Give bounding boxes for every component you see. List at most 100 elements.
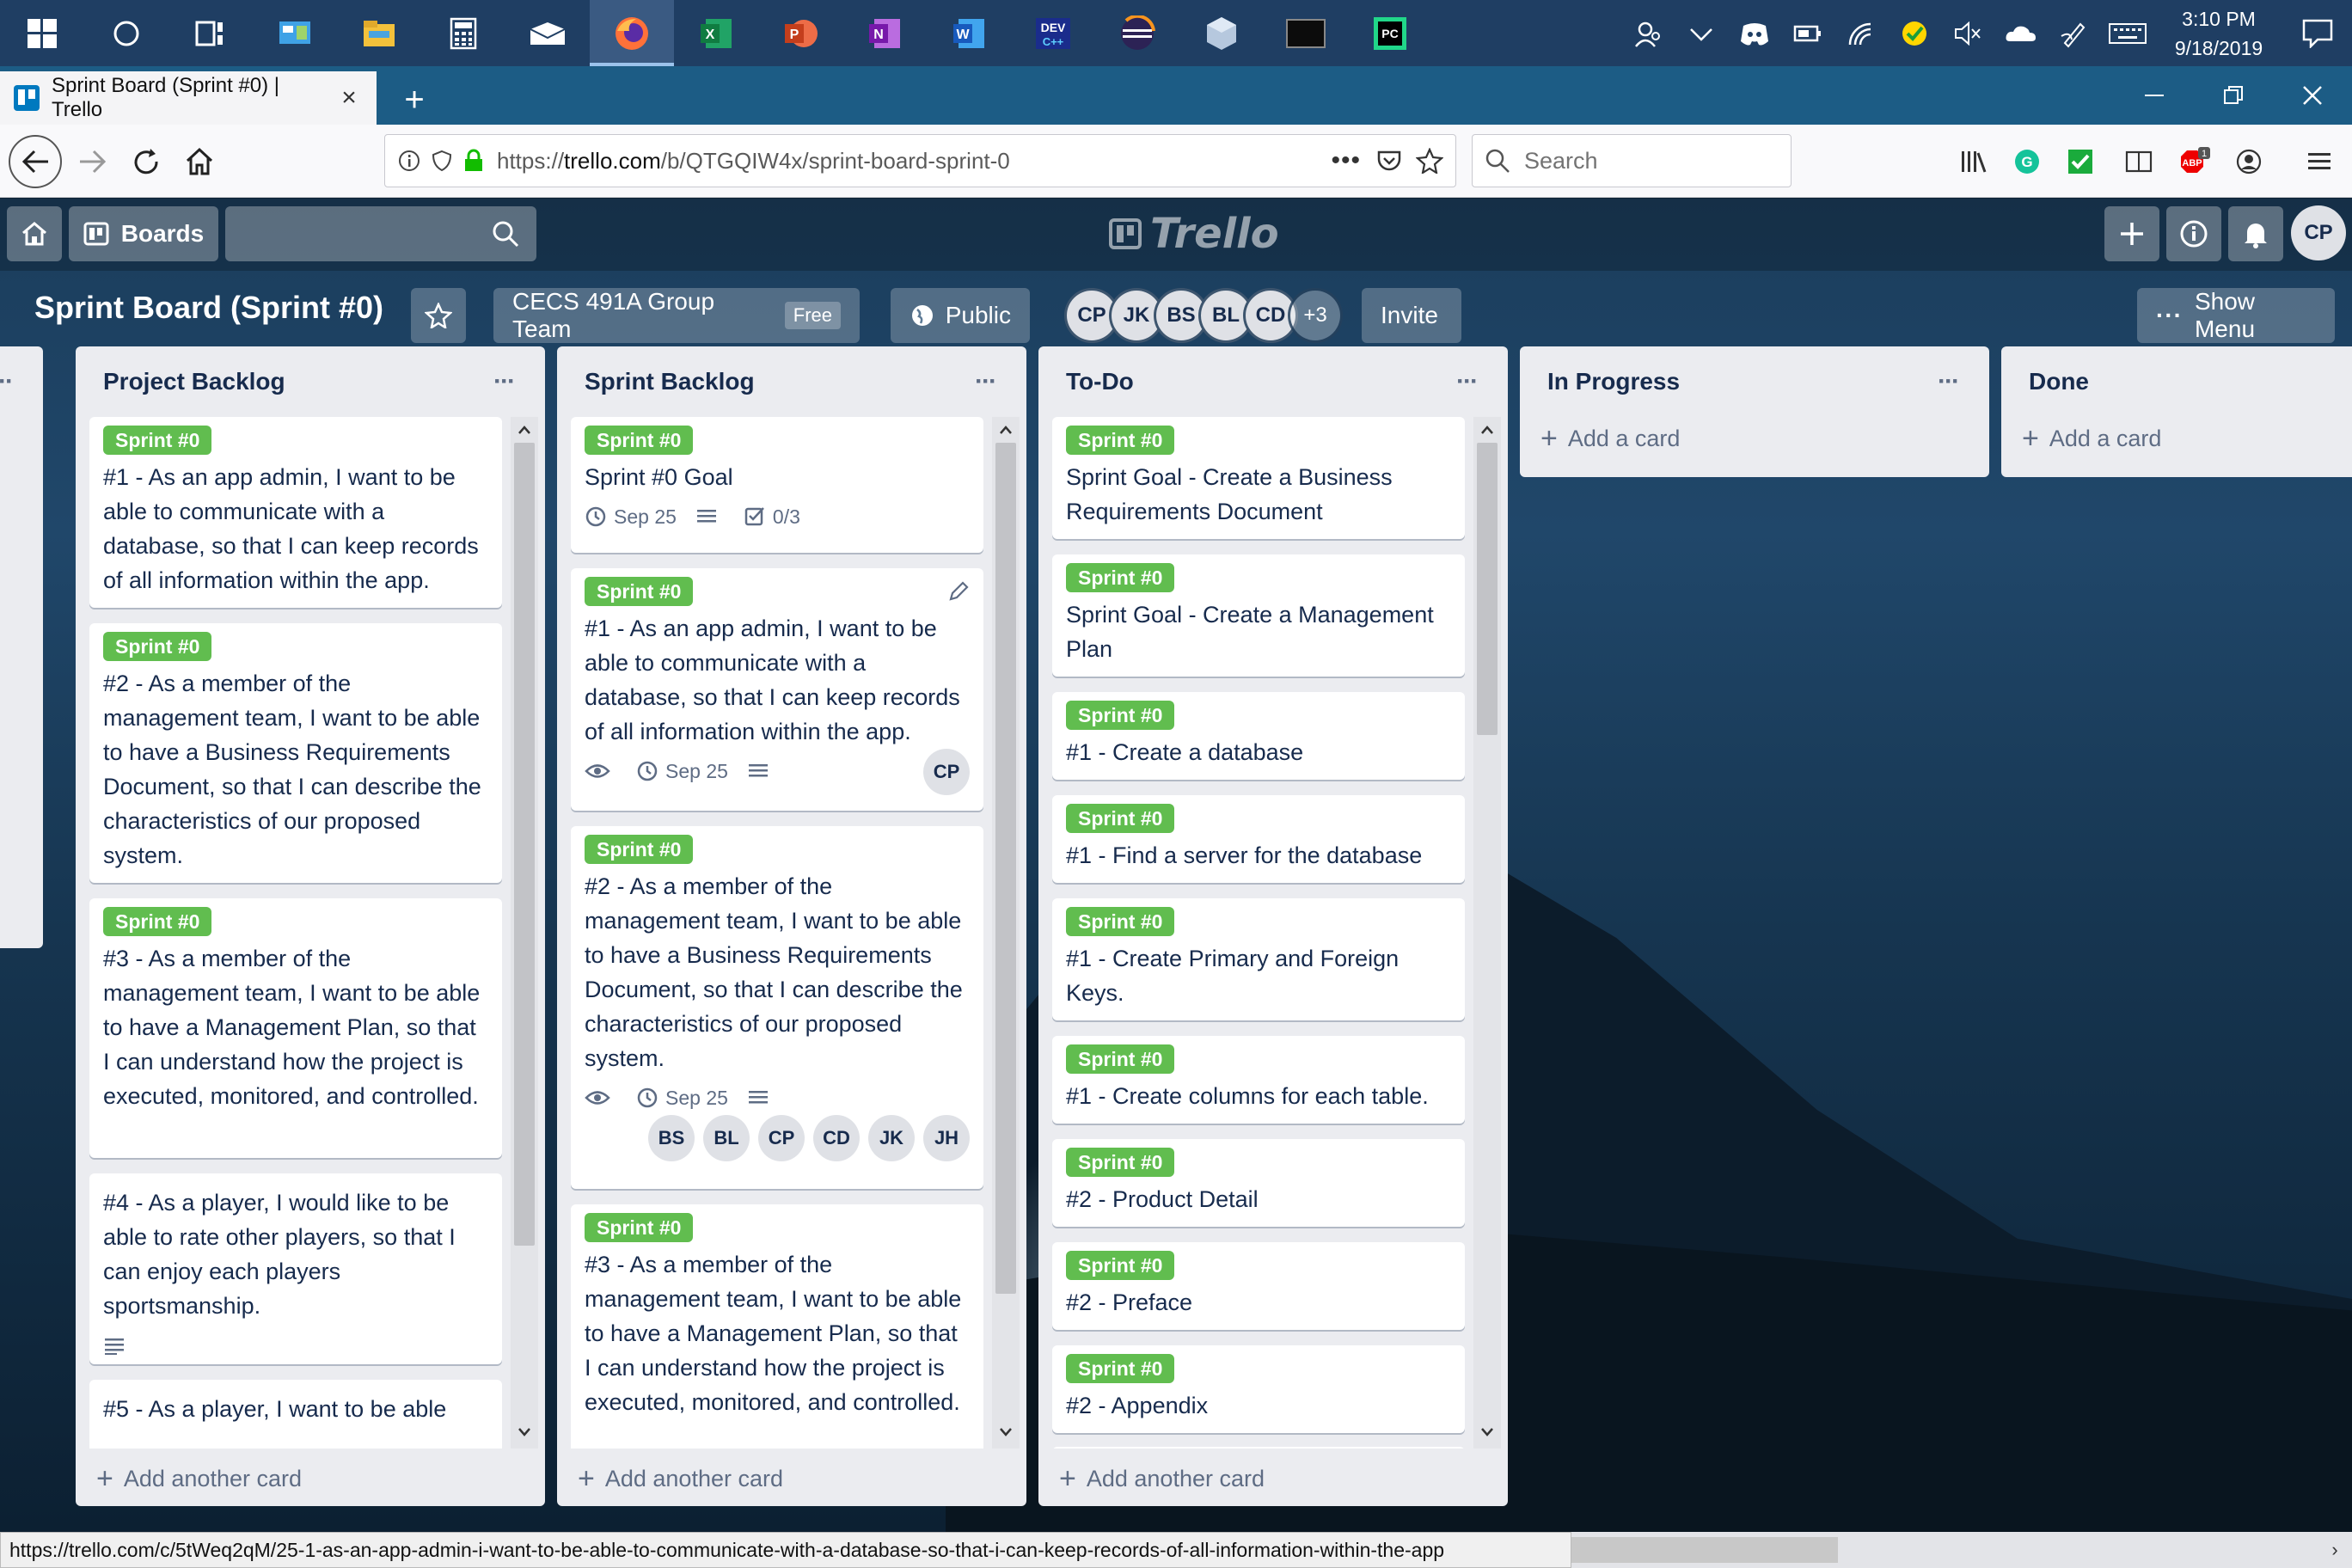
- firefox-icon[interactable]: [590, 0, 674, 66]
- user-avatar[interactable]: CP: [2291, 205, 2346, 260]
- keyboard-icon[interactable]: [2101, 0, 2154, 66]
- list-title[interactable]: To-Do: [1066, 368, 1446, 395]
- add-another-card-button[interactable]: + Add another card: [1038, 1449, 1508, 1506]
- visibility-button[interactable]: Public: [891, 288, 1030, 343]
- invite-button[interactable]: Invite: [1362, 288, 1461, 343]
- add-another-card-button[interactable]: + Add another card: [557, 1449, 1026, 1506]
- card-member-avatar[interactable]: CD: [813, 1115, 860, 1161]
- card[interactable]: Sprint #0 #1 - As an app admin, I want t…: [89, 417, 502, 608]
- onedrive-icon[interactable]: [1994, 0, 2048, 66]
- grammarly-icon[interactable]: G: [2003, 138, 2051, 186]
- scroll-down-icon[interactable]: [1480, 1426, 1494, 1442]
- scroll-down-icon[interactable]: [999, 1426, 1013, 1442]
- hamburger-menu-icon[interactable]: [2295, 138, 2343, 186]
- card[interactable]: #5 - As a player, I want to be able: [89, 1380, 502, 1449]
- add-card-button[interactable]: + Add a card: [1520, 408, 1989, 469]
- card[interactable]: Sprint #0 #2 - Product Detail: [1052, 1139, 1465, 1227]
- chevron-up-icon[interactable]: [1675, 0, 1728, 66]
- onenote-icon[interactable]: N: [842, 0, 927, 66]
- list-menu-icon[interactable]: ···: [0, 367, 22, 396]
- search-icon[interactable]: [487, 215, 524, 253]
- scroll-thumb[interactable]: [995, 443, 1016, 1294]
- browser-tab[interactable]: Sprint Board (Sprint #0) | Trello ×: [0, 71, 377, 125]
- show-menu-button[interactable]: ··· Show Menu: [2137, 288, 2335, 343]
- pycharm-icon[interactable]: PC: [1348, 0, 1432, 66]
- checkmark-extension-icon[interactable]: [2056, 138, 2104, 186]
- boards-button[interactable]: Boards: [69, 206, 218, 261]
- list-title[interactable]: Done: [2029, 368, 2352, 395]
- star-board-icon[interactable]: [411, 288, 466, 343]
- list-scrollbar[interactable]: [1473, 417, 1501, 1449]
- list-menu-icon[interactable]: ···: [1446, 367, 1487, 396]
- eclipse-icon[interactable]: [1095, 0, 1179, 66]
- task-view-icon[interactable]: [168, 0, 253, 66]
- battery-icon[interactable]: [1781, 0, 1834, 66]
- wifi-icon[interactable]: [1834, 0, 1888, 66]
- url-bar[interactable]: https://trello.com/b/QTGQIW4x/sprint-boa…: [384, 134, 1456, 187]
- list-menu-icon[interactable]: ···: [483, 367, 524, 396]
- pocket-icon[interactable]: [1376, 148, 1402, 174]
- board-title[interactable]: Sprint Board (Sprint #0): [34, 290, 383, 326]
- home-board-icon[interactable]: [7, 206, 62, 261]
- list-menu-icon[interactable]: ···: [965, 367, 1006, 396]
- virtualbox-icon[interactable]: [1179, 0, 1264, 66]
- card[interactable]: Sprint #0 #3 - As a member of the manage…: [571, 1204, 983, 1449]
- board-search-input[interactable]: [225, 206, 536, 261]
- card-member-avatar[interactable]: CP: [758, 1115, 805, 1161]
- terminal-icon[interactable]: [1264, 0, 1348, 66]
- card[interactable]: Sprint #0 #2 - Preface: [1052, 1242, 1465, 1330]
- notifications-bell-icon[interactable]: [2228, 206, 2283, 261]
- card[interactable]: Sprint #0 #1 - Find a server for the data…: [1052, 795, 1465, 883]
- reader-view-icon[interactable]: [2115, 138, 2163, 186]
- card-member-avatar[interactable]: JH: [923, 1115, 970, 1161]
- word-icon[interactable]: W: [927, 0, 1011, 66]
- card[interactable]: Sprint #0 #2 - As a member of the manage…: [89, 623, 502, 883]
- card[interactable]: Sprint #0 Sprint Goal - Create a Business…: [1052, 417, 1465, 539]
- close-window-icon[interactable]: [2273, 69, 2352, 122]
- scroll-up-icon[interactable]: [518, 424, 531, 439]
- calculator-icon[interactable]: [421, 0, 505, 66]
- more-members-badge[interactable]: +3: [1288, 288, 1343, 343]
- list-menu-icon[interactable]: ···: [1927, 367, 1969, 396]
- create-icon[interactable]: [2104, 206, 2159, 261]
- card[interactable]: #4 - As a player, I would like to be abl…: [89, 1173, 502, 1364]
- library-icon[interactable]: [1950, 138, 1998, 186]
- trello-logo[interactable]: Trello: [1109, 207, 1279, 260]
- control-panel-icon[interactable]: [253, 0, 337, 66]
- scroll-up-icon[interactable]: [1480, 424, 1494, 439]
- forward-icon[interactable]: [69, 138, 117, 186]
- windows-start-icon[interactable]: [0, 0, 84, 66]
- search-circle-icon[interactable]: [84, 0, 168, 66]
- home-icon[interactable]: [175, 138, 224, 186]
- card[interactable]: Sprint #0 #2 - Appendix: [1052, 1345, 1465, 1433]
- card-member-avatar[interactable]: CP: [923, 749, 970, 795]
- card[interactable]: Sprint #0 #1 - As an app admin, I want t…: [571, 568, 983, 811]
- card-member-avatar[interactable]: JK: [868, 1115, 915, 1161]
- card[interactable]: Sprint #0 Sprint Goal - Create a Manageme…: [1052, 554, 1465, 677]
- list-title[interactable]: Sprint Backlog: [585, 368, 965, 395]
- mail-icon[interactable]: [505, 0, 590, 66]
- lock-icon[interactable]: [462, 149, 485, 173]
- edit-pencil-icon[interactable]: [947, 580, 970, 607]
- list-title[interactable]: In Progress: [1547, 368, 1927, 395]
- scroll-right-icon[interactable]: ›: [2318, 1532, 2352, 1568]
- tracking-shield-icon[interactable]: [430, 149, 454, 173]
- volume-muted-icon[interactable]: [1941, 0, 1994, 66]
- card[interactable]: Sprint #0 #1 - Create columns for each ta…: [1052, 1036, 1465, 1124]
- card[interactable]: Sprint #0 #1 - Create a database: [1052, 692, 1465, 780]
- add-another-card-button[interactable]: + Add another card: [76, 1449, 545, 1506]
- system-clock[interactable]: 3:10 PM 9/18/2019: [2154, 4, 2283, 63]
- page-actions-icon[interactable]: •••: [1331, 146, 1361, 175]
- bookmark-star-icon[interactable]: [1416, 148, 1443, 174]
- info-icon[interactable]: [2166, 206, 2221, 261]
- card-member-avatar[interactable]: BL: [703, 1115, 750, 1161]
- scroll-thumb[interactable]: [1477, 443, 1498, 735]
- card[interactable]: Sprint #0 #3 - As a member of the manage…: [89, 898, 502, 1158]
- scroll-down-icon[interactable]: [518, 1426, 531, 1442]
- card[interactable]: Sprint #0 #1 - Create Primary and Foreign…: [1052, 898, 1465, 1020]
- scroll-up-icon[interactable]: [999, 424, 1013, 439]
- scroll-thumb[interactable]: [514, 443, 535, 1246]
- restore-icon[interactable]: [2194, 69, 2273, 122]
- card[interactable]: Sprint #0 Sprint #0 Goal Sep 25 0/3: [571, 417, 983, 553]
- discord-icon[interactable]: [1728, 0, 1781, 66]
